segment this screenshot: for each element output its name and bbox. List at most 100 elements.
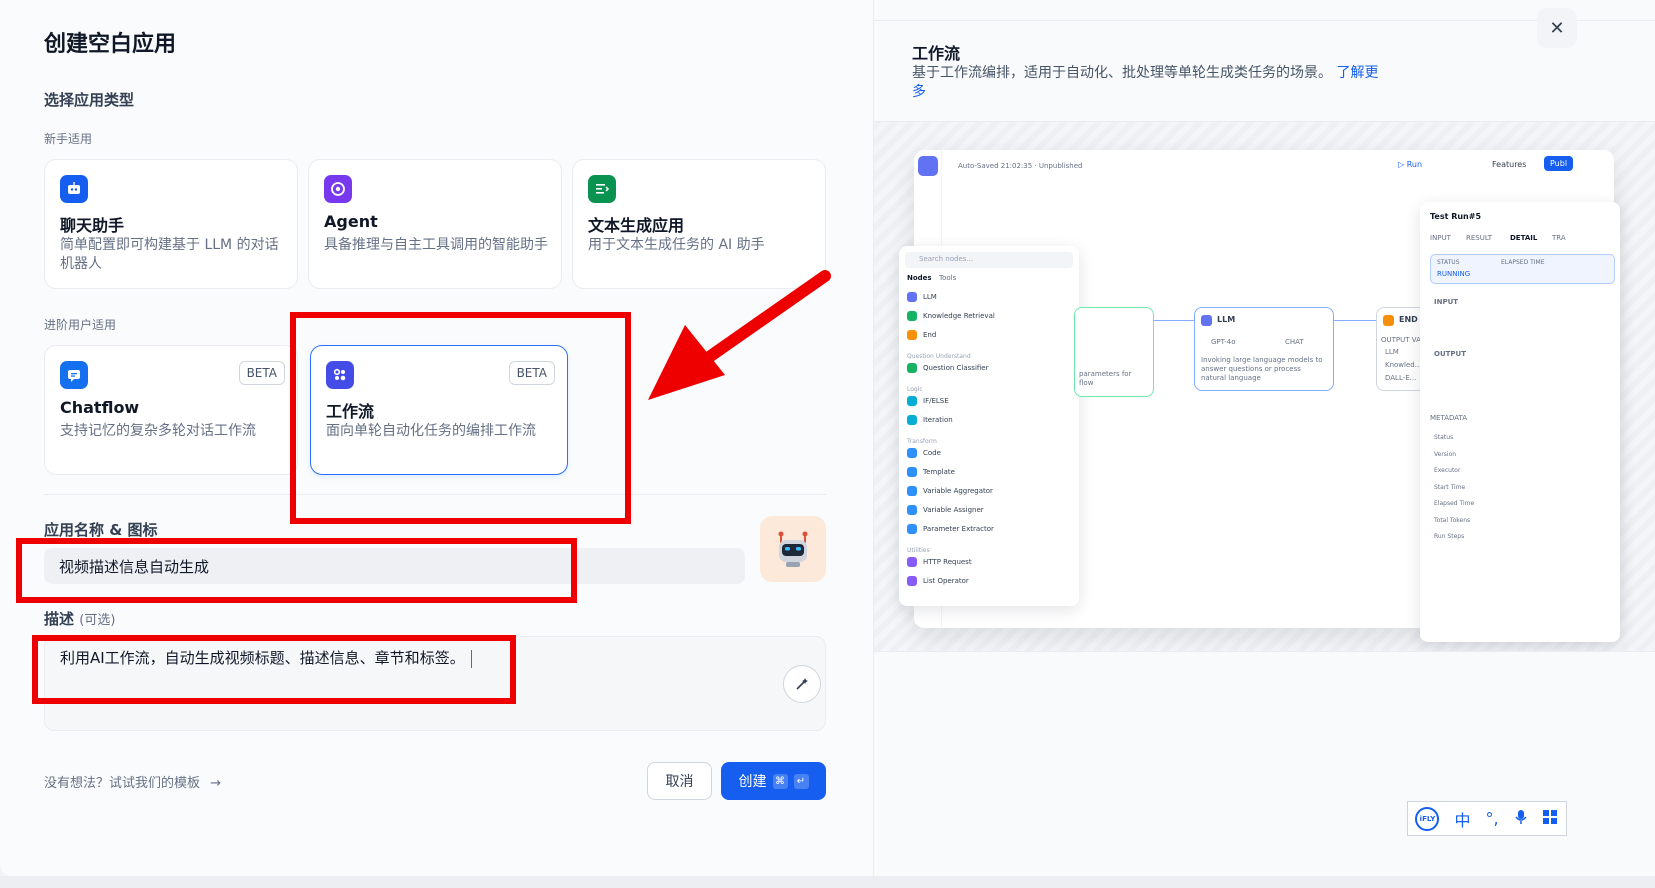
mock-tab: INPUT xyxy=(1430,234,1451,242)
grid-menu-icon[interactable] xyxy=(1542,809,1558,829)
app-type-card-chat-assistant[interactable]: 聊天助手 简单配置即可构建基于 LLM 的对话机器人 xyxy=(44,159,298,289)
ime-lang-toggle[interactable]: 中 xyxy=(1454,807,1470,831)
chat-bot-icon xyxy=(60,175,88,203)
mock-node-icon xyxy=(907,467,917,477)
bottom-strip xyxy=(0,876,1655,888)
mock-node-item: End xyxy=(923,331,937,339)
template-hint-text: 没有想法？试试我们的模板 xyxy=(44,776,201,791)
app-type-desc: 用于文本生成任务的 AI 助手 xyxy=(588,237,765,253)
mock-node-icon xyxy=(907,505,917,515)
mock-input-label: INPUT xyxy=(1434,298,1459,306)
chatflow-icon xyxy=(60,361,88,389)
mock-status-label: STATUS xyxy=(1437,259,1460,266)
app-type-card-chatflow[interactable]: BETA Chatflow 支持记忆的复杂多轮对话工作流 xyxy=(44,345,298,475)
ifly-logo-icon: iFLY xyxy=(1415,806,1440,831)
mock-node-group-label: Utilities xyxy=(907,547,930,554)
create-label: 创建 xyxy=(738,774,767,790)
annotation-box-workflow xyxy=(290,312,631,524)
robot-icon xyxy=(778,531,808,567)
mock-node-item: Knowledge Retrieval xyxy=(923,312,995,320)
mock-run-button: ▷ Run xyxy=(1398,160,1423,169)
annotation-box-description xyxy=(32,635,516,704)
mock-meta-row: Executor xyxy=(1434,467,1461,474)
mock-node-icon xyxy=(907,557,917,567)
mock-node-icon xyxy=(907,330,917,340)
mock-llm-title: LLM xyxy=(1217,315,1236,324)
mock-start-node-text: parameters for flow xyxy=(1079,370,1132,387)
app-type-name: 聊天助手 xyxy=(60,216,125,235)
mock-end-item: Knowled... xyxy=(1385,361,1422,369)
app-type-card-agent[interactable]: Agent 具备推理与自主工具调用的智能助手 xyxy=(308,159,562,289)
mock-features: Features xyxy=(1492,160,1527,169)
annotation-box-name xyxy=(16,538,577,603)
mock-end-icon xyxy=(1383,315,1394,326)
mock-node-item: Question Classifier xyxy=(923,364,989,372)
app-type-name: 文本生成应用 xyxy=(588,216,685,235)
desc-label: 描述 xyxy=(44,610,75,628)
mock-llm-model: GPT-4o xyxy=(1211,338,1236,346)
mock-node-group-label: Question Understand xyxy=(907,353,971,360)
beginner-label: 新手适用 xyxy=(44,132,93,146)
mock-tab-nodes: Nodes xyxy=(907,274,932,282)
mock-node-icon xyxy=(907,486,917,496)
mock-search: Search nodes... xyxy=(905,252,1073,268)
mock-app-icon xyxy=(918,156,938,176)
mock-node-icon xyxy=(907,292,917,302)
ime-toolbar[interactable]: iFLY 中 °, xyxy=(1407,801,1567,836)
template-link[interactable]: 没有想法？试试我们的模板 → xyxy=(44,772,221,791)
mock-meta-row: Status xyxy=(1434,434,1454,441)
mock-end-item: LLM xyxy=(1385,348,1399,356)
close-button[interactable]: ✕ xyxy=(1537,8,1577,48)
mock-node-item: List Operator xyxy=(923,577,969,585)
mock-node-item: LLM xyxy=(923,293,937,301)
mock-node-icon xyxy=(907,415,917,425)
app-type-name: Chatflow xyxy=(60,398,140,417)
mock-tab: RESULT xyxy=(1466,234,1493,242)
app-icon-picker[interactable] xyxy=(760,516,826,582)
app-type-desc: 支持记忆的复杂多轮对话工作流 xyxy=(60,423,256,439)
page-title: 创建空白应用 xyxy=(44,32,177,57)
mock-publish: Publ xyxy=(1544,156,1574,171)
mock-edge xyxy=(1154,320,1194,321)
preview-description: 基于工作流编排，适用于自动化、批处理等单轮生成类任务的场景。 了解更多 xyxy=(912,64,1382,102)
mock-node-item: Template xyxy=(923,468,955,476)
mock-node-icon xyxy=(907,524,917,534)
mock-node-item: Iteration xyxy=(923,416,953,424)
arrow-right-icon: → xyxy=(210,776,222,791)
preview-desc-text: 基于工作流编排，适用于自动化、批处理等单轮生成类任务的场景。 xyxy=(912,65,1332,81)
mock-node-item: Parameter Extractor xyxy=(923,525,994,533)
mock-llm-desc: Invoking large language models to answer… xyxy=(1201,356,1323,382)
mock-meta-row: Version xyxy=(1434,450,1457,458)
mock-test-run-panel: Test Run#5 INPUT RESULT DETAIL TRA STATU… xyxy=(1420,202,1620,642)
mock-tab-tools: Tools xyxy=(939,274,957,282)
cancel-button[interactable]: 取消 xyxy=(647,762,712,800)
magic-wand-button[interactable] xyxy=(783,665,821,703)
annotation-arrow xyxy=(648,270,831,400)
mock-search-placeholder: Search nodes... xyxy=(919,255,974,263)
mock-metadata-label: METADATA xyxy=(1430,414,1468,422)
app-type-desc: 具备推理与自主工具调用的智能助手 xyxy=(324,237,548,253)
desc-optional: (可选) xyxy=(79,613,116,628)
mock-node-icon xyxy=(907,363,917,373)
mock-node-group-label: Transform xyxy=(907,438,937,445)
desc-label-row: 描述 (可选) xyxy=(44,608,115,629)
name-label: 应用名称 & 图标 xyxy=(44,521,158,539)
enter-key-icon: ↵ xyxy=(793,773,809,789)
workflow-mock-window: Auto-Saved 21:02:35 · Unpublished ▷ Run … xyxy=(899,150,1620,642)
select-type-label: 选择应用类型 xyxy=(44,91,135,109)
create-button[interactable]: 创建 ⌘ ↵ xyxy=(721,762,826,800)
mock-meta-row: Elapsed Time xyxy=(1434,500,1475,507)
mock-node-item: Code xyxy=(923,449,941,457)
close-icon: ✕ xyxy=(1549,17,1565,39)
microphone-icon[interactable] xyxy=(1514,809,1528,829)
mock-node-icon xyxy=(907,576,917,586)
mock-meta-row: Start Time xyxy=(1434,483,1466,491)
mock-node-icon xyxy=(907,311,917,321)
punctuation-icon[interactable]: °, xyxy=(1485,809,1498,828)
mock-meta-row: Run Steps xyxy=(1434,533,1465,540)
agent-icon xyxy=(324,175,352,203)
mock-edge xyxy=(1334,320,1376,321)
app-type-desc: 简单配置即可构建基于 LLM 的对话机器人 xyxy=(60,237,279,272)
magic-wand-icon xyxy=(796,678,808,690)
mock-node-icon xyxy=(907,448,917,458)
